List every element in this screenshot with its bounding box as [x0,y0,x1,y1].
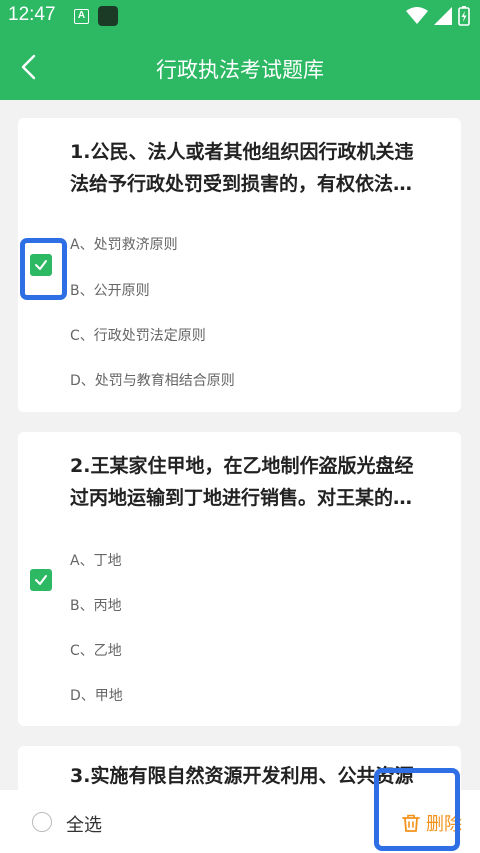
option-c[interactable]: C、行政处罚法定原则 [70,325,206,345]
option-b[interactable]: B、公开原则 [70,280,150,300]
question-title-line: 1.公民、法人或者其他组织因行政机关违 [70,141,414,163]
option-d[interactable]: D、处罚与教育相结合原则 [70,370,235,390]
wifi-icon [406,7,428,24]
signal-icon [434,7,452,25]
status-time: 12:47 [8,4,56,25]
page-title: 行政执法考试题库 [156,58,324,82]
question-card: 1.公民、法人或者其他组织因行政机关违 法给予行政处罚受到损害的，有权依法… A… [18,118,461,412]
question-title-line: 过丙地运输到丁地进行销售。对王某的… [70,487,413,509]
delete-highlight [374,768,460,851]
question-title-line: 法给予行政处罚受到损害的，有权依法… [70,173,413,195]
checkbox-highlight [20,238,67,300]
status-icons [406,6,470,26]
question-card: 2.王某家住甲地，在乙地制作盗版光盘经 过丙地运输到丁地进行销售。对王某的… A… [18,432,461,726]
option-a[interactable]: A、处罚救济原则 [70,234,178,254]
question-list: 1.公民、法人或者其他组织因行政机关违 法给予行政处罚受到损害的，有权依法… A… [0,100,480,790]
app-notification-icon [98,6,118,26]
select-all-radio[interactable] [32,812,52,832]
notification-icon: A [74,9,89,24]
option-a[interactable]: A、丁地 [70,550,122,570]
option-b[interactable]: B、丙地 [70,595,122,615]
app-header: 行政执法考试题库 [0,34,480,100]
checkmark-icon [35,575,47,585]
select-all-label[interactable]: 全选 [66,811,102,837]
status-bar: 12:47 A [0,0,480,34]
question-checkbox[interactable] [30,569,52,591]
question-title-line: 2.王某家住甲地，在乙地制作盗版光盘经 [70,455,414,477]
option-d[interactable]: D、甲地 [70,685,123,705]
option-c[interactable]: C、乙地 [70,640,122,660]
battery-icon [458,6,470,26]
question-title: 1.公民、法人或者其他组织因行政机关违 法给予行政处罚受到损害的，有权依法… [70,136,441,200]
question-title: 2.王某家住甲地，在乙地制作盗版光盘经 过丙地运输到丁地进行销售。对王某的… [70,450,441,514]
